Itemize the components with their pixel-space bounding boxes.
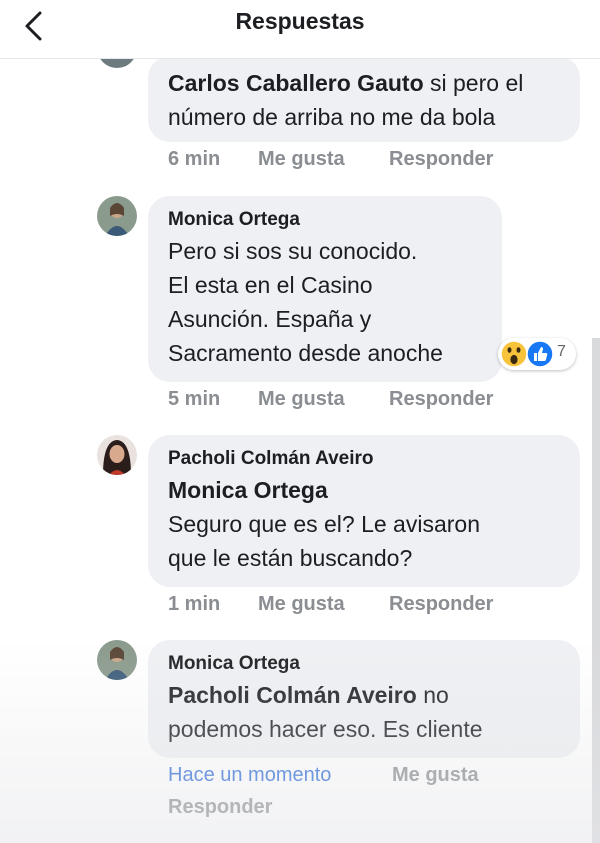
mention-link[interactable]: Carlos Caballero Gauto: [168, 70, 424, 96]
comment-time: 6 min: [168, 148, 221, 170]
mention-link[interactable]: Monica Ortega: [168, 473, 560, 507]
comment-text: Pacholi Colmán Aveiro no podemos hacer e…: [168, 682, 483, 742]
comment-time: Hace un momento: [168, 764, 332, 786]
reaction-summary[interactable]: 7: [498, 338, 576, 370]
comment-author[interactable]: Pacholi Colmán Aveiro: [168, 445, 560, 473]
like-button[interactable]: Me gusta: [258, 388, 345, 411]
profile-photo-icon: [97, 640, 137, 680]
comment-author[interactable]: Monica Ortega: [168, 650, 560, 678]
comment-time: 5 min: [168, 388, 221, 410]
mention-link[interactable]: Pacholi Colmán Aveiro: [168, 682, 417, 708]
reply-button[interactable]: Responder: [389, 148, 493, 171]
reaction-count: 7: [557, 343, 566, 360]
reply-button[interactable]: Responder: [389, 388, 493, 411]
avatar[interactable]: [97, 640, 137, 680]
avatar[interactable]: [97, 196, 137, 236]
top-bar: Respuestas: [0, 0, 600, 59]
comment-bubble: Monica Ortega Pero si sos su conocido. E…: [148, 196, 502, 382]
comment-author[interactable]: Monica Ortega: [168, 206, 482, 234]
comment-time: 1 min: [168, 593, 221, 615]
page-title: Respuestas: [235, 8, 365, 34]
like-button[interactable]: Me gusta: [258, 148, 345, 171]
like-button[interactable]: Me gusta: [392, 764, 479, 787]
reply-button[interactable]: Responder: [168, 796, 272, 819]
profile-photo-icon: [97, 435, 137, 475]
comment-bubble: Pacholi Colmán Aveiro Monica Ortega Segu…: [148, 435, 580, 587]
avatar[interactable]: [97, 435, 137, 475]
comment-bubble: Carlos Caballero Gauto si pero el número…: [148, 56, 580, 142]
comment-text: Carlos Caballero Gauto si pero el número…: [168, 70, 524, 130]
comment-actions: Hace un momento Me gusta Responder: [168, 764, 568, 826]
comment-text: Monica Ortega Seguro que es el? Le avisa…: [168, 473, 560, 575]
profile-photo-icon: [97, 196, 137, 236]
right-edge-divider: [592, 338, 600, 843]
comment-text: Pero si sos su conocido. El esta en el C…: [168, 238, 443, 366]
like-button[interactable]: Me gusta: [258, 593, 345, 616]
reply-button[interactable]: Responder: [389, 593, 493, 616]
comment-bubble: Monica Ortega Pacholi Colmán Aveiro no p…: [148, 640, 580, 758]
like-emoji-icon: [526, 340, 554, 368]
wow-emoji-icon: [500, 340, 528, 368]
